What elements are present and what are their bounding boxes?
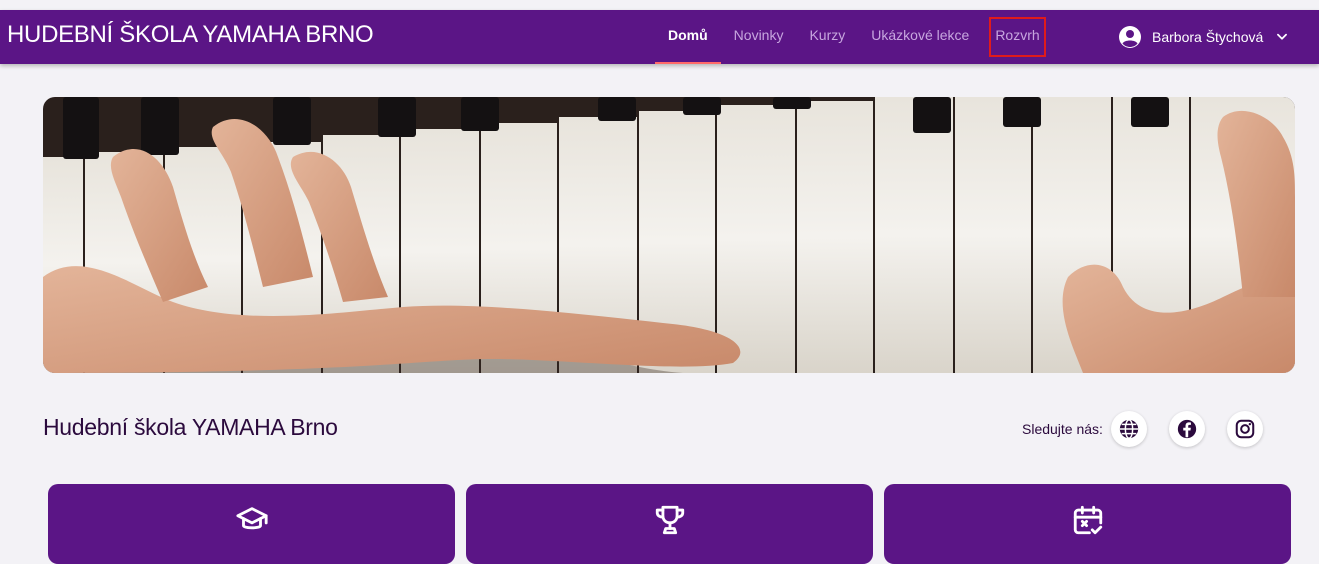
card-schedule[interactable] xyxy=(884,484,1291,564)
follow-label: Sledujte nás: xyxy=(1022,421,1103,437)
nav-item-kurzy[interactable]: Kurzy xyxy=(796,10,858,64)
nav-item-novinky[interactable]: Novinky xyxy=(721,10,797,64)
trophy-icon xyxy=(655,505,684,535)
nav-item-rozvrh[interactable]: Rozvrh xyxy=(982,10,1052,64)
account-circle-icon xyxy=(1119,26,1141,48)
card-achievements[interactable] xyxy=(466,484,873,564)
calendar-check-icon xyxy=(1073,505,1102,535)
nav-item-ukazkove-lekce[interactable]: Ukázkové lekce xyxy=(858,10,982,64)
feature-cards xyxy=(48,484,1302,564)
top-app-bar: HUDEBNÍ ŠKOLA YAMAHA BRNO Domů Novinky K… xyxy=(0,10,1319,64)
facebook-icon[interactable] xyxy=(1168,411,1205,447)
main-nav: Domů Novinky Kurzy Ukázkové lekce Rozvrh xyxy=(655,10,1053,64)
page-title: Hudební škola YAMAHA Brno xyxy=(43,414,338,440)
user-menu[interactable]: Barbora Štychová xyxy=(1118,10,1289,64)
social-follow: Sledujte nás: xyxy=(1022,410,1263,448)
brand-title[interactable]: HUDEBNÍ ŠKOLA YAMAHA BRNO xyxy=(7,10,374,64)
chevron-down-icon xyxy=(1277,33,1288,40)
nav-item-domu[interactable]: Domů xyxy=(655,10,721,64)
graduation-cap-icon xyxy=(235,507,268,530)
hero-piano-image xyxy=(43,97,1295,373)
instagram-icon[interactable] xyxy=(1226,411,1263,447)
card-courses[interactable] xyxy=(48,484,455,564)
globe-icon[interactable] xyxy=(1110,411,1147,447)
user-name: Barbora Štychová xyxy=(1152,29,1264,45)
